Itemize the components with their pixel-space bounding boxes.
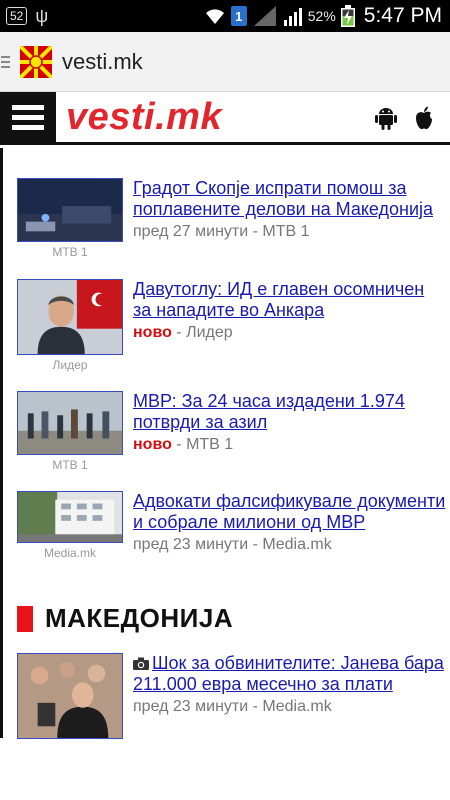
article-meta: пред 23 минути - Media.mk <box>133 536 332 553</box>
article-meta: ново - Лидер <box>133 324 233 341</box>
thumbnail-caption: МТВ 1 <box>52 458 88 472</box>
article-headline-text[interactable]: Шок за обвинителите: Јанева бара 211.000… <box>133 653 444 694</box>
article-headline-link[interactable]: МВР: За 24 часа издадени 1.974 потврди з… <box>133 391 447 433</box>
signal-icon <box>253 6 276 26</box>
article-meta: пред 23 минути - Media.mk <box>133 698 332 715</box>
notification-count-badge: 52 <box>6 7 28 25</box>
section-accent-bar <box>17 605 33 632</box>
thumbnail-caption: МТВ 1 <box>52 245 88 259</box>
article-headline-link[interactable]: Адвокати фалсификувале документи и собра… <box>133 491 447 533</box>
article-source: МТВ 1 <box>262 223 310 240</box>
article-source: Media.mk <box>262 536 332 553</box>
site-logo[interactable]: vesti.mk <box>66 96 222 139</box>
drawer-handle-icon[interactable] <box>0 55 10 68</box>
article-thumbnail[interactable] <box>17 491 123 543</box>
article-headline-link[interactable]: Шок за обвинителите: Јанева бара 211.000… <box>133 653 447 695</box>
article-time: пред 27 минути <box>133 223 249 240</box>
article-source: МТВ 1 <box>186 436 234 453</box>
menu-button[interactable] <box>0 91 56 144</box>
browser-title-bar: vesti.mk <box>0 32 450 92</box>
battery-charging-icon <box>340 5 355 27</box>
status-bar: 52 ψ 1 52% 5:47 PM <box>0 0 450 32</box>
article-time: пред 23 минути <box>133 536 249 553</box>
thumbnail-caption: Media.mk <box>43 546 96 560</box>
article-thumbnail[interactable] <box>17 653 123 739</box>
macedonia-flag-icon <box>20 45 52 78</box>
article-headline-link[interactable]: Давутоглу: ИД е главен осомничен за напа… <box>133 279 447 321</box>
section-heading[interactable]: МАКЕДОНИЈА <box>17 603 233 634</box>
article-meta: пред 27 минути - МТВ 1 <box>133 223 310 240</box>
apple-icon[interactable] <box>412 105 436 131</box>
android-icon[interactable] <box>374 105 398 131</box>
sim-badge: 1 <box>230 6 247 26</box>
clock: 5:47 PM <box>363 4 442 27</box>
article-headline-link[interactable]: Градот Скопје испрати помош за поплавени… <box>133 178 447 220</box>
battery-percentage: 52% <box>307 8 336 24</box>
signal-strength-icon <box>283 8 302 26</box>
usb-icon: ψ <box>35 5 49 26</box>
new-badge: ново <box>133 436 172 453</box>
article-meta: ново - МТВ 1 <box>133 436 234 453</box>
article-time: пред 23 минути <box>133 698 249 715</box>
new-badge: ново <box>133 324 172 341</box>
wifi-icon <box>205 9 224 24</box>
camera-icon <box>133 657 149 670</box>
section-title[interactable]: МАКЕДОНИЈА <box>45 603 233 634</box>
article-source: Media.mk <box>262 698 332 715</box>
article-thumbnail[interactable] <box>17 279 123 355</box>
news-feed: МТВ 1 Градот Скопје испрати помош за поп… <box>0 148 450 739</box>
page-title: vesti.mk <box>62 48 143 74</box>
article-thumbnail[interactable] <box>17 178 123 242</box>
article-source: Лидер <box>186 324 233 341</box>
article-thumbnail[interactable] <box>17 391 123 455</box>
site-header: vesti.mk <box>0 91 450 145</box>
thumbnail-caption: Лидер <box>52 358 88 372</box>
